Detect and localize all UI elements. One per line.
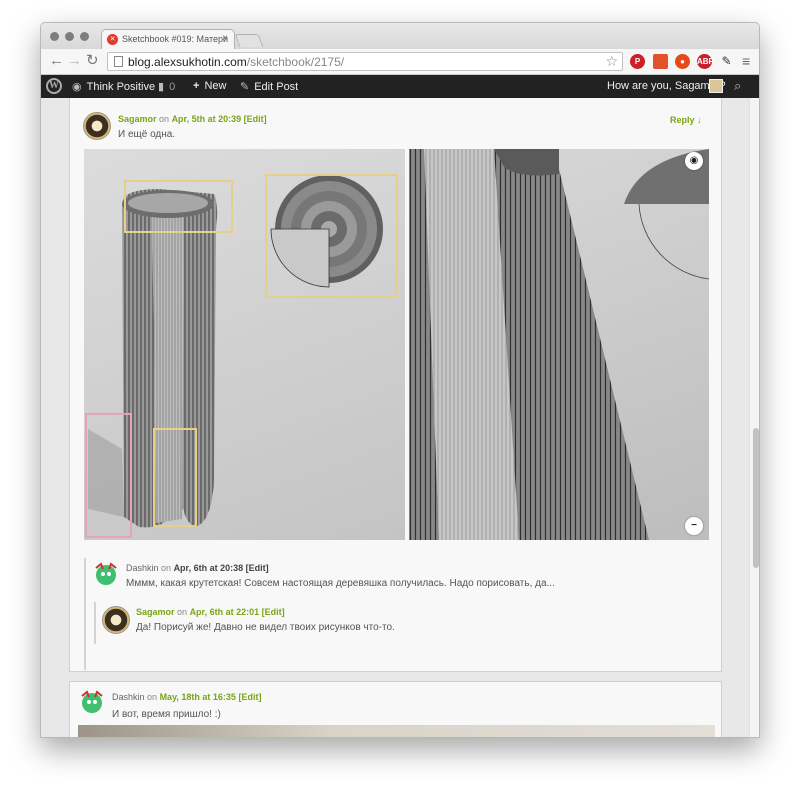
pinterest-icon[interactable]: P bbox=[630, 54, 645, 69]
minimize-icon[interactable]: − bbox=[685, 517, 703, 535]
comment-meta: Dashkin on Apr, 6th at 20:38 [Edit] bbox=[126, 563, 269, 573]
dashkin-avatar-icon bbox=[95, 562, 117, 585]
close-window-button[interactable] bbox=[50, 32, 59, 41]
address-bar[interactable]: blog.alexsukhotin.com/sketchbook/2175/ ☆ bbox=[107, 52, 623, 71]
comment-author[interactable]: Dashkin bbox=[112, 692, 145, 702]
avatar bbox=[78, 688, 106, 716]
menu-icon[interactable]: ≡ bbox=[742, 53, 750, 69]
howdy-account-link[interactable]: How are you, Sagamor? bbox=[607, 80, 726, 92]
browser-toolbar: ← → ↻ blog.alexsukhotin.com/sketchbook/2… bbox=[41, 49, 759, 75]
url-host: blog.alexsukhotin.com bbox=[128, 55, 247, 69]
eye-icon[interactable]: ◉ bbox=[685, 152, 703, 170]
annotation-box-pink bbox=[85, 413, 132, 538]
comment-card: Dashkin on May, 18th at 16:35 [Edit] И в… bbox=[69, 681, 722, 737]
annotation-box-yellow bbox=[265, 174, 398, 298]
nested-reply: Sagamor on Apr, 6th at 22:01 [Edit] Да! … bbox=[94, 602, 704, 644]
new-content-link[interactable]: + New bbox=[193, 80, 226, 92]
comment-text: И вот, время пришло! :) bbox=[112, 709, 221, 720]
comment-meta: Dashkin on May, 18th at 16:35 [Edit] bbox=[112, 692, 262, 702]
avatar bbox=[92, 560, 120, 588]
reload-icon[interactable]: ↻ bbox=[86, 53, 99, 69]
annotation-box-yellow bbox=[153, 428, 197, 527]
site-favicon-icon: ✕ bbox=[107, 34, 118, 45]
comment-author[interactable]: Dashkin bbox=[126, 563, 159, 573]
comment-author[interactable]: Sagamor bbox=[136, 607, 175, 617]
edit-link[interactable]: [Edit] bbox=[246, 563, 269, 573]
comment-meta: Sagamor on Apr, 5th at 20:39 [Edit] bbox=[118, 114, 267, 124]
edit-link[interactable]: [Edit] bbox=[262, 607, 285, 617]
url-path: /sketchbook/2175/ bbox=[246, 55, 345, 69]
plus-icon: + bbox=[193, 80, 200, 92]
tab-strip: ✕ Sketchbook #019: Матери × bbox=[41, 23, 759, 49]
comment-date[interactable]: Apr, 5th at 20:39 bbox=[172, 114, 242, 124]
bookmark-icon[interactable] bbox=[653, 54, 668, 69]
scrollbar-thumb[interactable] bbox=[753, 428, 759, 568]
edit-link[interactable]: [Edit] bbox=[244, 114, 267, 124]
admin-bar: W ◉ Think Positive ▮ 0 + New ✎ Edit Post How… bbox=[41, 75, 759, 98]
sketch-photo-left[interactable] bbox=[84, 149, 405, 540]
new-tab-button[interactable] bbox=[234, 34, 264, 47]
pencil-icon: ✎ bbox=[240, 81, 250, 93]
tab-close-icon[interactable]: × bbox=[222, 33, 228, 44]
edit-post-link[interactable]: ✎ Edit Post bbox=[240, 80, 298, 93]
adblock-icon[interactable]: ABP bbox=[697, 54, 714, 69]
dashboard-icon: ◉ bbox=[72, 81, 82, 93]
comment-card: Sagamor on Apr, 5th at 20:39 [Edit] И ещ… bbox=[69, 98, 722, 672]
comments-link[interactable]: ▮ 0 bbox=[158, 80, 175, 93]
comment-photo[interactable] bbox=[78, 725, 715, 737]
user-avatar[interactable] bbox=[709, 79, 723, 93]
avatar bbox=[102, 606, 130, 634]
wordpress-logo-icon[interactable]: W bbox=[46, 78, 62, 94]
forward-icon[interactable]: → bbox=[67, 53, 82, 69]
browser-window: ✕ Sketchbook #019: Матери × ← → ↻ blog.a… bbox=[40, 22, 760, 738]
download-icon[interactable]: ● bbox=[675, 54, 690, 69]
scrollbar[interactable] bbox=[749, 98, 759, 737]
tab-active[interactable]: ✕ Sketchbook #019: Матери × bbox=[101, 29, 235, 49]
site-name-link[interactable]: ◉ Think Positive bbox=[72, 80, 155, 93]
comment-date[interactable]: Apr, 6th at 22:01 bbox=[190, 607, 260, 617]
comment-date[interactable]: May, 18th at 16:35 bbox=[160, 692, 236, 702]
nested-replies: Dashkin on Apr, 6th at 20:38 [Edit] Мммм… bbox=[84, 558, 709, 670]
bookmark-star-icon[interactable]: ☆ bbox=[605, 53, 618, 70]
comment-author[interactable]: Sagamor bbox=[118, 114, 157, 124]
comment-text: И ещё одна. bbox=[118, 129, 176, 140]
reply-link[interactable]: Reply ↓ bbox=[670, 115, 702, 125]
edit-link[interactable]: [Edit] bbox=[238, 692, 261, 702]
zoom-window-button[interactable] bbox=[80, 32, 89, 41]
comment-text: Мммм, какая крутетская! Совсем настоящая… bbox=[126, 578, 555, 589]
back-icon[interactable]: ← bbox=[49, 53, 64, 69]
sketch-photo-right[interactable]: ◉ − bbox=[409, 149, 709, 540]
comment-text: Да! Порисуй же! Давно не видел твоих рис… bbox=[136, 622, 395, 633]
script-icon[interactable]: ✎ bbox=[719, 54, 734, 69]
search-icon[interactable]: ⌕ bbox=[734, 78, 741, 94]
comment-bubble-icon: ▮ bbox=[158, 81, 165, 93]
tree-stump-closeup-drawing bbox=[409, 149, 709, 540]
comment-date[interactable]: Apr, 6th at 20:38 bbox=[174, 563, 244, 573]
avatar bbox=[83, 112, 111, 140]
page-content: Sagamor on Apr, 5th at 20:39 [Edit] И ещ… bbox=[41, 98, 749, 737]
minimize-window-button[interactable] bbox=[65, 32, 74, 41]
tab-title: Sketchbook #019: Матери bbox=[122, 34, 229, 44]
annotation-box-yellow bbox=[124, 180, 233, 233]
comment-meta: Sagamor on Apr, 6th at 22:01 [Edit] bbox=[136, 607, 285, 617]
page-icon bbox=[114, 56, 123, 67]
dashkin-avatar-icon bbox=[81, 690, 103, 713]
